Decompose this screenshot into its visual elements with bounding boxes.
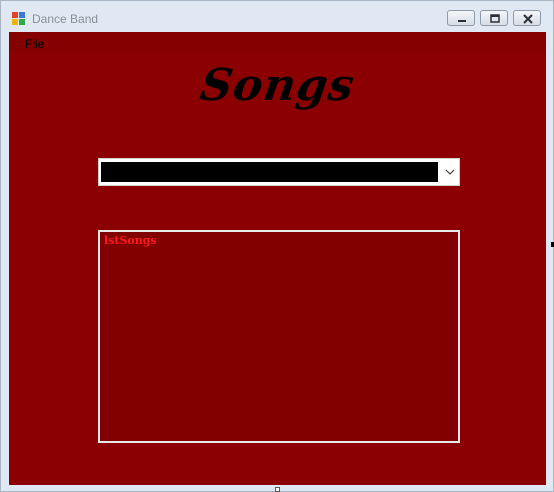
page-title: Songs xyxy=(197,60,358,111)
minimize-button[interactable] xyxy=(447,10,475,26)
form-client-area: File Songs lstSongs xyxy=(9,32,546,485)
close-button[interactable] xyxy=(513,10,541,26)
minimize-icon xyxy=(458,20,466,22)
dropdown-selected-value xyxy=(101,162,438,182)
window-title: Dance Band xyxy=(32,12,99,26)
listbox-name-label: lstSongs xyxy=(104,234,157,247)
resize-handle-bottom[interactable] xyxy=(275,487,280,492)
app-window-icon xyxy=(12,12,26,26)
app-window: Dance Band File Songs lstSongs xyxy=(0,0,554,492)
maximize-icon xyxy=(490,14,500,23)
songs-listbox[interactable]: lstSongs xyxy=(98,230,460,443)
close-icon xyxy=(523,14,533,24)
menu-item-file[interactable]: File xyxy=(25,37,44,51)
maximize-button[interactable] xyxy=(480,10,508,26)
title-bar[interactable]: Dance Band xyxy=(1,1,553,32)
song-dropdown[interactable] xyxy=(98,158,460,186)
chevron-down-icon[interactable] xyxy=(445,168,455,176)
menu-bar: File xyxy=(9,32,546,52)
